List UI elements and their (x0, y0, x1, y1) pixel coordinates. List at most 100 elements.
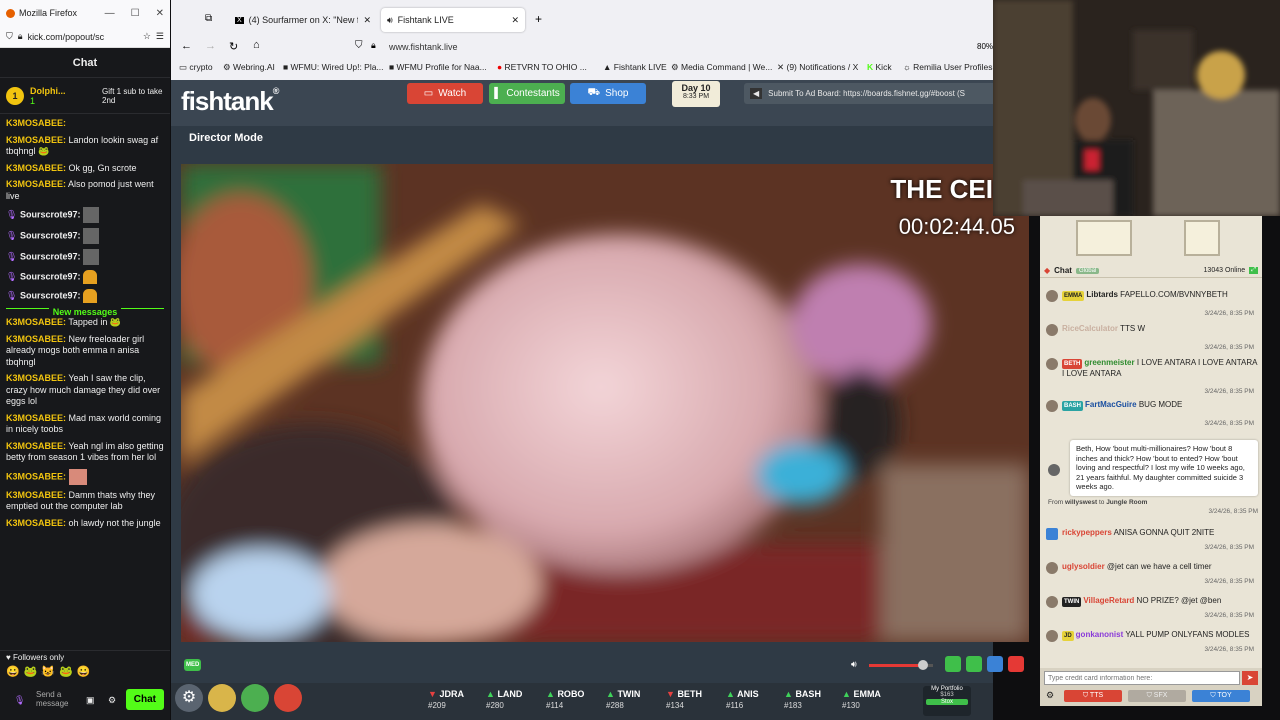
cam-bash[interactable]: ▲ BASH #183 (784, 689, 821, 710)
trend-up-icon: ▲ (842, 689, 851, 699)
cam-robo[interactable]: ▲ ROBO #114 (546, 689, 584, 710)
reload-icon[interactable]: ↻ (229, 40, 238, 53)
bookmark-star-icon[interactable]: ☆ (143, 31, 151, 42)
minimize-icon[interactable]: — (105, 8, 115, 19)
close-tab-icon[interactable]: ✕ (363, 15, 371, 26)
list-item: K3MOSABEE: Also pomod just went live (6, 179, 154, 201)
video-controls: MED 🔊︎ (181, 654, 1029, 678)
list-item: K3MOSABEE: oh lawdy not the jungle (6, 517, 161, 528)
cam-jdra[interactable]: ▼ JDRA #209 (428, 689, 464, 710)
cast-icon[interactable] (966, 656, 982, 672)
portfolio-widget[interactable]: My Portfolio $163 Stox (923, 686, 971, 716)
kick-chat-header: Chat (0, 48, 170, 78)
list-item: 🎙︎ Sourscrote97: (6, 207, 164, 223)
emote-bar[interactable]: 😀 🐸 😺 🐸 😀 (6, 665, 91, 678)
fishtank-logo[interactable]: fishtank® (181, 86, 279, 117)
streamer-webcam (993, 0, 1280, 216)
home-icon[interactable]: ⌂ (253, 39, 260, 51)
bookmark-wfmu-wired[interactable]: ■ WFMU: Wired Up!: Pla... (283, 62, 384, 72)
forward-icon[interactable]: → (205, 40, 216, 52)
address-bar[interactable]: www.fishtank.live (389, 42, 458, 52)
bookmark-notifications[interactable]: ✕ (9) Notifications / X (777, 62, 858, 73)
bookmark-kick[interactable]: K Kick (867, 62, 892, 72)
tab-sourfarmer[interactable]: X (4) Sourfarmer on X: "New freel ✕ (229, 8, 377, 32)
bookmark-retvrn[interactable]: ● RETVRN TO OHIO ... (497, 62, 587, 72)
video-player[interactable]: THE CEI 00:02:44.05 (181, 164, 1029, 642)
sfx-button[interactable]: ⛉ SFX (1128, 690, 1186, 702)
bookmark-fishtank[interactable]: ▲ Fishtank LIVE (603, 62, 667, 72)
mic-icon[interactable]: 🎙︎ (14, 695, 25, 706)
toy-button[interactable]: ⛉ TOY (1192, 690, 1250, 702)
bookmark-media-command[interactable]: ⚙ Media Command | We... (671, 62, 772, 73)
tts-button[interactable]: ⛉ TTS (1064, 690, 1122, 702)
avatar[interactable] (1046, 400, 1058, 412)
pinned-leaderboard[interactable]: 1 Dolphi... 1 Gift 1 sub to take 2nd (0, 78, 170, 114)
shop-button[interactable]: ⛟ Shop (570, 83, 646, 104)
trend-down-icon: ▼ (428, 689, 437, 699)
menu-icon[interactable]: ☰ (156, 31, 164, 42)
settings-icon[interactable]: ⚙ (175, 684, 203, 712)
bookmark-remilia[interactable]: ☼ Remilia User Profiles (903, 62, 993, 72)
kick-titlebar: Mozilla Firefox — ☐ ✕ (0, 0, 170, 26)
avatar[interactable] (1046, 562, 1058, 574)
avatar[interactable] (1046, 528, 1058, 540)
zoom-level[interactable]: 80% (977, 42, 993, 51)
volume-slider[interactable] (869, 660, 933, 670)
chat-send-button[interactable]: Chat (125, 689, 164, 710)
close-tab-icon[interactable]: ✕ (511, 15, 519, 26)
list-item: K3MOSABEE: New freeloader girl already m… (6, 333, 145, 367)
gift-icon[interactable]: ▣ (86, 695, 95, 706)
cam-land[interactable]: ▲ LAND #280 (486, 689, 522, 710)
bookmark-wfmu-profile[interactable]: ■ WFMU Profile for Naa... (389, 62, 487, 72)
avatar[interactable] (1046, 630, 1058, 642)
bookmark-crypto[interactable]: ▭ crypto (179, 62, 213, 73)
chat-toggle-icon[interactable] (945, 656, 961, 672)
watch-button[interactable]: ▭ Watch (407, 83, 483, 104)
kick-chat-title: Chat (72, 56, 98, 69)
new-tab-icon[interactable]: + (535, 12, 542, 26)
trend-up-icon: ▲ (486, 689, 495, 699)
cam-beth[interactable]: ▼ BETH #134 (666, 689, 702, 710)
emote-icon (83, 249, 99, 265)
avatar[interactable] (1046, 596, 1058, 608)
inventory-icon[interactable] (241, 684, 269, 712)
chat-input[interactable] (1044, 671, 1240, 685)
send-icon[interactable]: ➤ (1242, 671, 1258, 685)
close-icon[interactable]: ✕ (156, 8, 164, 19)
bookmark-webring[interactable]: ⚙ Webring.AI (223, 62, 275, 73)
back-icon[interactable]: ← (181, 40, 192, 52)
trend-down-icon: ▼ (666, 689, 675, 699)
alerts-icon[interactable] (274, 684, 302, 712)
tab-fishtank[interactable]: 🔊︎ Fishtank LIVE ✕ (381, 8, 525, 32)
volume-icon[interactable]: 🔊︎ (851, 659, 857, 670)
overlay-title: THE CEI (890, 174, 993, 204)
fullscreen-icon[interactable] (987, 656, 1003, 672)
send-message-input[interactable]: Send a message (36, 690, 78, 708)
contestants-button[interactable]: ▌ Contestants (489, 83, 565, 104)
avatar[interactable] (1046, 324, 1058, 336)
webcam-frame (993, 0, 1280, 216)
coins-icon[interactable] (208, 684, 236, 712)
cam-anis[interactable]: ▲ ANIS #116 (726, 689, 759, 710)
gear-icon[interactable]: ⚙ (1046, 690, 1054, 701)
quality-badge[interactable]: MED (184, 659, 202, 671)
ad-board-banner[interactable]: ◀ Submit To Ad Board: https://boards.fis… (744, 83, 993, 104)
cam-emma[interactable]: ▲ EMMA #130 (842, 689, 881, 710)
tab-list-icon[interactable]: ⧉ (205, 13, 212, 24)
shield-icon[interactable]: ⛉ (355, 40, 363, 51)
record-icon[interactable] (1008, 656, 1024, 672)
expand-icon[interactable]: ⤢ (1249, 267, 1258, 274)
kick-url[interactable]: kick.com/popout/sc (28, 32, 105, 42)
global-tag[interactable]: Global (1075, 267, 1100, 274)
avatar[interactable] (1048, 464, 1060, 476)
avatar[interactable] (1046, 358, 1058, 370)
volume-knob[interactable] (918, 660, 929, 670)
gift-sub-text[interactable]: Gift 1 sub to take 2nd (102, 87, 164, 105)
cam-twin[interactable]: ▲ TWIN #288 (606, 689, 640, 710)
chat-title: Chat (1054, 266, 1072, 275)
maximize-icon[interactable]: ☐ (131, 8, 140, 19)
gear-icon[interactable]: ⚙ (108, 695, 116, 706)
emote-icon: 🐸 (109, 317, 122, 327)
kick-urlbar[interactable]: ⛉ 🔒︎ kick.com/popout/sc ☆ ☰ (0, 26, 170, 48)
avatar[interactable] (1046, 290, 1058, 302)
